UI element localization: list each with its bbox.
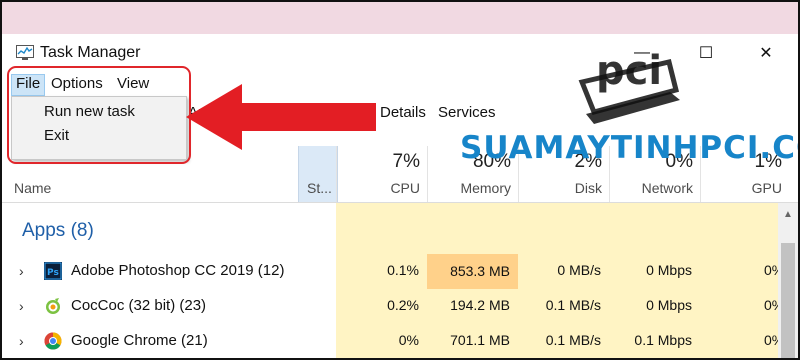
- disk-cell: 0.1 MB/s: [545, 297, 601, 313]
- chevron-right-icon[interactable]: ›: [19, 298, 24, 314]
- vertical-scrollbar[interactable]: ▲: [778, 203, 798, 358]
- table-row[interactable]: › Ps Adobe Photoshop CC 2019 (12) 0.1% 8…: [2, 254, 784, 289]
- process-name: Adobe Photoshop CC 2019 (12): [71, 262, 285, 279]
- network-cell: 0.1 Mbps: [634, 332, 692, 348]
- chrome-icon: [44, 332, 62, 350]
- window-title: Task Manager: [40, 44, 141, 61]
- photoshop-icon: Ps: [44, 262, 62, 280]
- chevron-right-icon[interactable]: ›: [19, 263, 24, 279]
- gpu-label: GPU: [751, 180, 782, 196]
- process-name: Google Chrome (21): [71, 332, 208, 349]
- task-manager-window: Task Manager — ☐ ✕ File Options View App…: [2, 34, 798, 358]
- memory-cell: 701.1 MB: [450, 332, 510, 348]
- background-strip: [2, 2, 798, 34]
- group-header-apps[interactable]: Apps (8): [22, 220, 94, 242]
- scrollbar-thumb[interactable]: [781, 243, 795, 358]
- red-highlight-box: [7, 66, 191, 164]
- disk-cell: 0.1 MB/s: [545, 332, 601, 348]
- maximize-button[interactable]: ☐: [686, 40, 726, 66]
- column-status-label: St...: [307, 180, 332, 196]
- cpu-cell: 0.2%: [387, 297, 419, 313]
- tab-services[interactable]: Services: [438, 104, 496, 121]
- ps-icon-text: Ps: [47, 268, 59, 278]
- tab-details[interactable]: Details: [380, 104, 426, 121]
- cpu-label: CPU: [390, 180, 420, 196]
- watermark-logo-text: pci: [596, 48, 662, 94]
- scroll-up-arrow-icon[interactable]: ▲: [783, 209, 793, 220]
- coccoc-icon: [46, 298, 60, 314]
- cpu-cell: 0.1%: [387, 262, 419, 278]
- close-button[interactable]: ✕: [746, 40, 786, 66]
- red-arrow-icon: [186, 84, 376, 150]
- table-row[interactable]: › CocCoc (32 bit) (23) 0.2% 194.2 MB 0.1…: [2, 289, 784, 324]
- cpu-cell: 0%: [398, 332, 419, 348]
- column-cpu[interactable]: 7% CPU: [336, 146, 428, 202]
- network-label: Network: [641, 180, 693, 196]
- process-name: CocCoc (32 bit) (23): [71, 297, 207, 314]
- column-name[interactable]: Name: [14, 180, 51, 196]
- network-cell: 0 Mbps: [646, 297, 692, 313]
- memory-cell: 853.3 MB: [427, 254, 518, 289]
- column-status[interactable]: St...: [298, 146, 338, 202]
- chevron-right-icon[interactable]: ›: [19, 333, 24, 349]
- table-row[interactable]: › Google Chrome (21) 0% 701.1 MB 0.1 MB/…: [2, 324, 784, 358]
- disk-cell: 0 MB/s: [557, 262, 601, 278]
- screenshot-frame: Task Manager — ☐ ✕ File Options View App…: [0, 0, 800, 360]
- task-manager-icon: [16, 45, 34, 60]
- disk-label: Disk: [574, 180, 602, 196]
- memory-label: Memory: [460, 180, 511, 196]
- pci-watermark-logo: pci: [578, 48, 680, 124]
- cpu-total: 7%: [392, 151, 420, 172]
- memory-cell: 194.2 MB: [450, 297, 510, 313]
- network-cell: 0 Mbps: [646, 262, 692, 278]
- watermark-text: SUAMAYTINHPCI.COM: [460, 130, 798, 166]
- process-list: Apps (8) › Ps Adobe Photoshop CC 2019 (1…: [2, 203, 784, 358]
